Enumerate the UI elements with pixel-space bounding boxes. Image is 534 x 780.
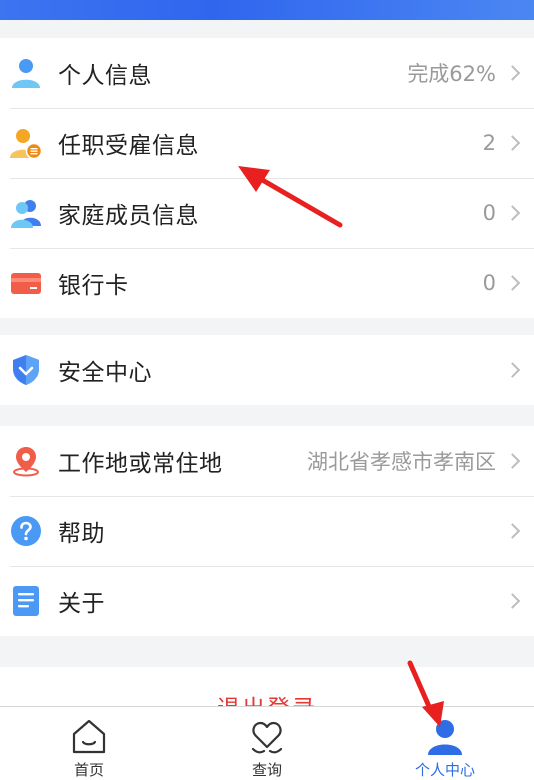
about-icon [10,585,42,617]
tab-label: 个人中心 [414,761,475,779]
bottom-tab-bar: 首页 查询 个人中心 [0,706,534,780]
menu-item-label: 关于 [58,591,105,617]
menu-item-value: 湖北省孝感市孝南区 [307,450,496,474]
menu-item-bank-card[interactable]: 银行卡 0 [0,248,534,318]
tab-label: 查询 [251,761,282,779]
menu-item-label: 帮助 [58,521,105,547]
settings-group: 工作地或常住地 湖北省孝感市孝南区 帮助 关于 [0,426,534,636]
person-icon [10,57,42,89]
help-icon [10,515,42,547]
menu-item-about[interactable]: 关于 [0,566,534,636]
menu-item-help[interactable]: 帮助 [0,496,534,566]
menu-item-label: 银行卡 [58,273,129,299]
menu-item-personal-info[interactable]: 个人信息 完成62% [0,38,534,108]
chevron-right-icon [504,135,521,151]
menu-item-value: 完成62% [407,62,496,86]
menu-item-value: 0 [482,201,496,225]
menu-item-label: 安全中心 [58,360,152,386]
chevron-right-icon [504,275,521,291]
home-icon [69,717,109,757]
menu-item-label: 任职受雇信息 [58,133,199,159]
tab-profile[interactable]: 个人中心 [356,707,534,780]
top-header-bar [0,0,534,20]
menu-item-security-center[interactable]: 安全中心 [0,335,534,405]
menu-item-employment-info[interactable]: 任职受雇信息 2 [0,108,534,178]
security-group: 安全中心 [0,335,534,405]
chevron-right-icon [504,205,521,221]
menu-item-label: 个人信息 [58,63,152,89]
logout-button[interactable]: 退出登录 [0,667,534,707]
profile-icon [425,717,465,757]
menu-item-value: 0 [482,271,496,295]
menu-item-family-info[interactable]: 家庭成员信息 0 [0,178,534,248]
shield-icon [10,354,42,386]
menu-item-work-location[interactable]: 工作地或常住地 湖北省孝感市孝南区 [0,426,534,496]
tab-label: 首页 [73,761,104,779]
logout-label: 退出登录 [0,689,534,707]
bank-card-icon [10,267,42,299]
menu-item-label: 家庭成员信息 [58,203,199,229]
chevron-right-icon [504,453,521,469]
employment-icon [10,127,43,160]
location-icon [10,445,42,477]
chevron-right-icon [504,65,521,81]
tab-home[interactable]: 首页 [0,707,178,780]
family-icon [10,197,42,229]
personal-info-group: 个人信息 完成62% 任职受雇信息 2 家庭成员信息 0 银行卡 0 [0,38,534,318]
chevron-right-icon [504,362,521,378]
menu-item-label: 工作地或常住地 [58,451,223,477]
tab-query[interactable]: 查询 [178,707,356,780]
query-icon [247,717,287,757]
chevron-right-icon [504,593,521,609]
menu-item-value: 2 [482,131,496,155]
chevron-right-icon [504,523,521,539]
